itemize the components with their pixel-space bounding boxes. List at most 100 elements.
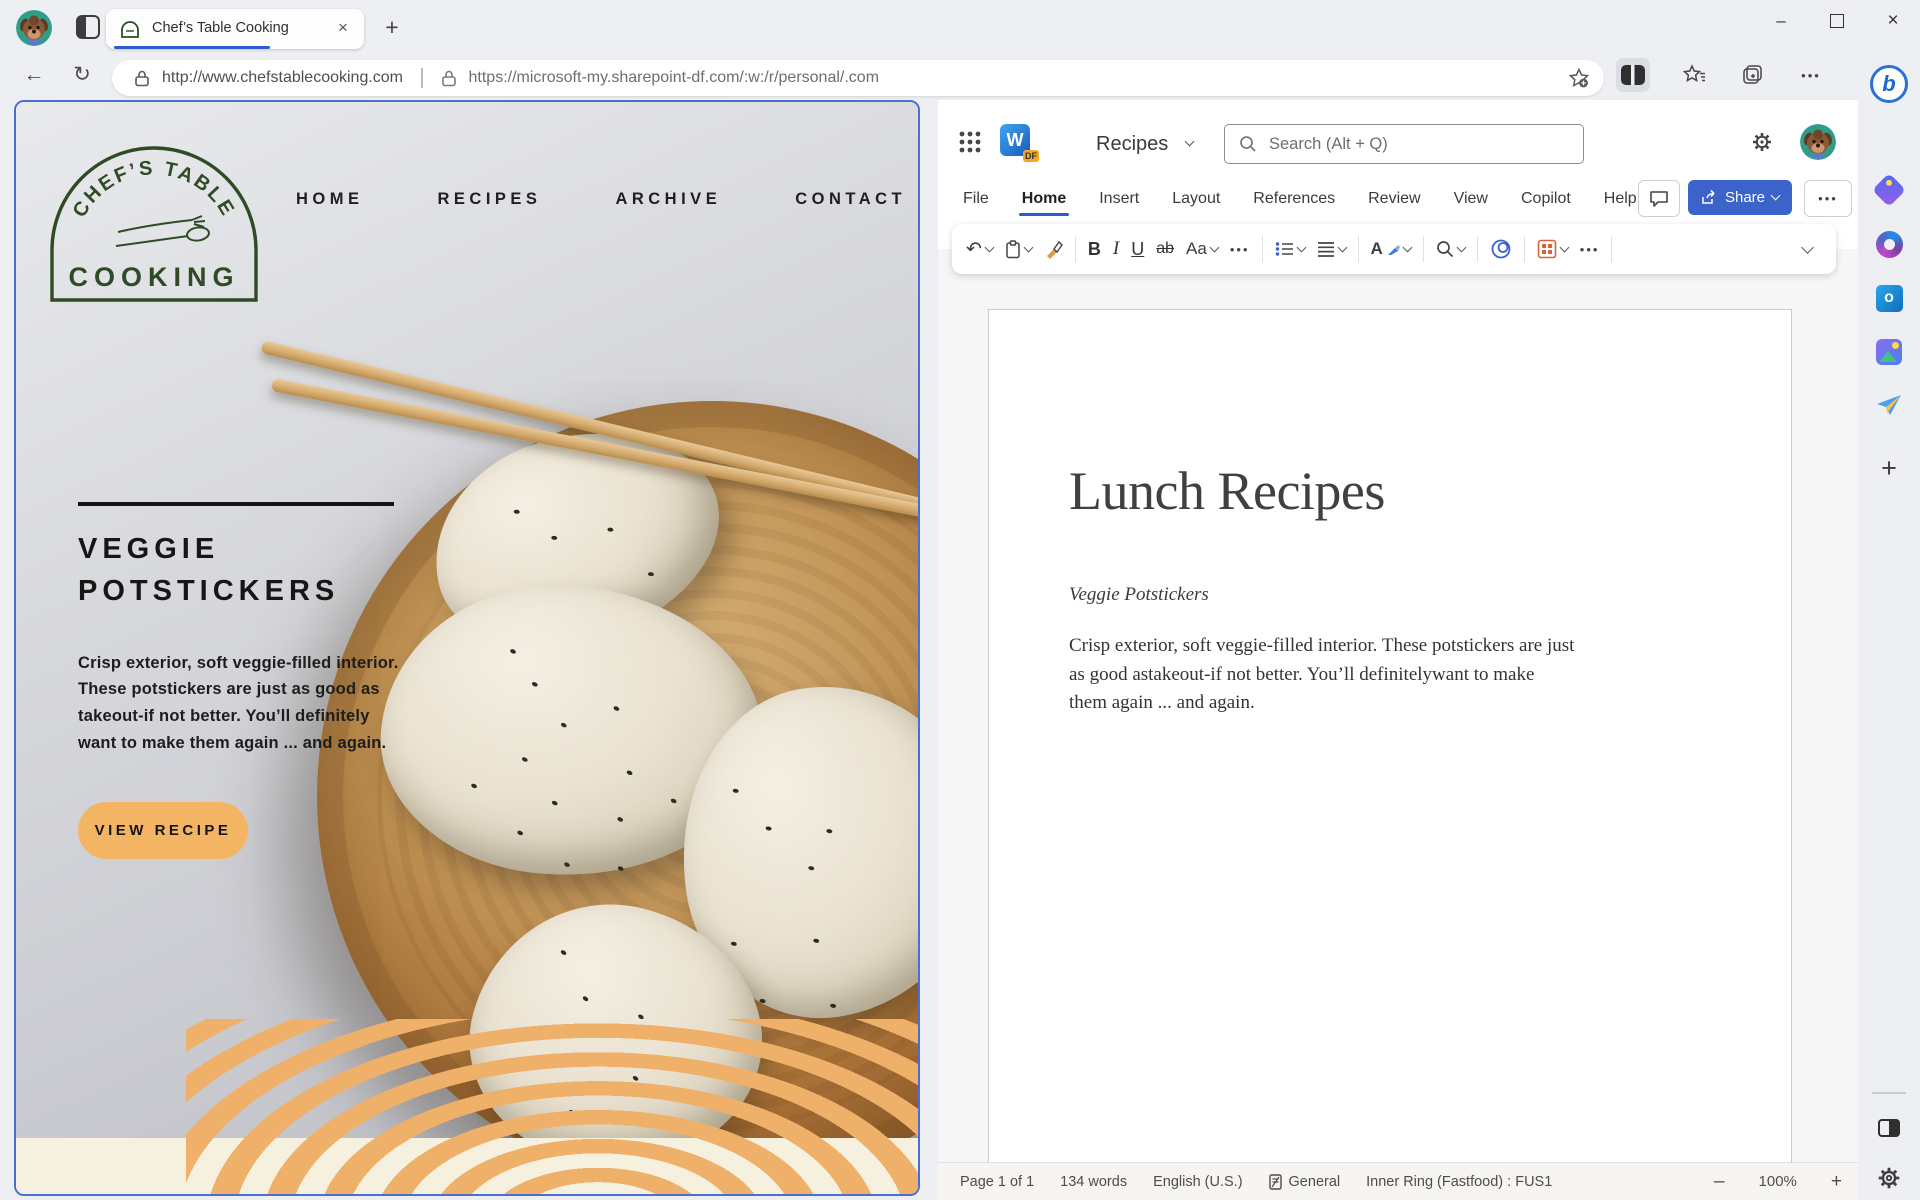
bullet-list-icon xyxy=(1275,242,1293,256)
menu-view[interactable]: View xyxy=(1453,186,1489,212)
dog-avatar-icon xyxy=(1800,124,1836,160)
browser-profile-avatar[interactable] xyxy=(16,10,52,46)
address-bar[interactable]: http://www.chefstablecooking.com https:/… xyxy=(112,60,1604,96)
browser-toolbar: ← ↻ http://www.chefstablecooking.com htt… xyxy=(0,52,1920,98)
minimize-button[interactable]: – xyxy=(1766,6,1796,36)
menu-review[interactable]: Review xyxy=(1367,186,1421,212)
favorites-button[interactable] xyxy=(1678,58,1712,92)
word-app-icon[interactable]: W DF xyxy=(1000,124,1039,162)
sidebar-settings-button[interactable] xyxy=(1869,1158,1909,1198)
line-spacing-button[interactable] xyxy=(1317,241,1347,257)
collections-button[interactable] xyxy=(1736,58,1770,92)
bullets-button[interactable] xyxy=(1275,241,1306,257)
bing-discover-button[interactable]: b xyxy=(1869,64,1909,104)
sidebar-customize-button[interactable]: + xyxy=(1869,448,1909,488)
zoom-out-button[interactable]: – xyxy=(1714,1171,1725,1193)
menu-layout[interactable]: Layout xyxy=(1171,186,1221,212)
menu-help[interactable]: Help xyxy=(1603,186,1638,212)
more-font-options-button[interactable]: ••• xyxy=(1230,242,1250,257)
underline-button[interactable]: U xyxy=(1131,239,1144,260)
copilot-designer-button[interactable] xyxy=(1490,238,1512,260)
maximize-icon xyxy=(1830,14,1844,28)
ribbon-more-button[interactable]: ••• xyxy=(1804,180,1852,217)
word-account-avatar[interactable] xyxy=(1800,124,1836,160)
new-tab-button[interactable]: + xyxy=(378,14,406,42)
bing-icon: b xyxy=(1870,65,1908,103)
status-language[interactable]: English (U.S.) xyxy=(1153,1174,1242,1190)
format-painter-button[interactable] xyxy=(1044,240,1063,259)
sidebar-m365-button[interactable] xyxy=(1869,224,1909,264)
undo-button[interactable]: ↶ xyxy=(966,238,995,261)
star-plus-icon xyxy=(1568,67,1590,88)
collections-icon xyxy=(1743,65,1762,84)
nav-contact[interactable]: CONTACT xyxy=(795,190,906,209)
browser-tab[interactable]: Chef’s Table Cooking × xyxy=(106,9,364,49)
document-title: Lunch Recipes xyxy=(1069,461,1385,521)
document-canvas[interactable]: Lunch Recipes Veggie Potstickers Crisp e… xyxy=(938,249,1858,1163)
zoom-in-button[interactable]: + xyxy=(1831,1171,1842,1193)
strikethrough-button[interactable]: ab xyxy=(1156,240,1174,258)
menu-file[interactable]: File xyxy=(962,186,990,212)
status-page-count[interactable]: Page 1 of 1 xyxy=(960,1174,1034,1190)
view-recipe-button[interactable]: VIEW RECIPE xyxy=(78,802,248,860)
close-window-button[interactable]: × xyxy=(1878,6,1908,36)
apps-grid-button[interactable] xyxy=(1537,239,1570,259)
nav-recipes[interactable]: RECIPES xyxy=(438,190,542,209)
collapse-ribbon-chevron-icon[interactable] xyxy=(1801,240,1814,254)
share-button[interactable]: Share xyxy=(1688,180,1792,215)
url-primary[interactable]: http://www.chefstablecooking.com xyxy=(162,69,403,87)
sidebar-outlook-button[interactable]: o xyxy=(1869,278,1909,318)
tab-close-icon[interactable]: × xyxy=(332,17,354,39)
chefs-table-logo[interactable]: CHEF’S TABLE COOKING xyxy=(44,130,264,308)
window-controls: – × xyxy=(1766,6,1908,36)
nav-home[interactable]: HOME xyxy=(296,190,364,209)
change-case-button[interactable]: Aa xyxy=(1186,239,1220,259)
url-secondary[interactable]: https://microsoft-my.sharepoint-df.com/:… xyxy=(469,69,880,87)
bold-button[interactable]: B xyxy=(1088,239,1101,260)
document-page[interactable]: Lunch Recipes Veggie Potstickers Crisp e… xyxy=(988,309,1792,1163)
sidebar-drop-button[interactable] xyxy=(1869,386,1909,426)
document-name-chevron-icon[interactable] xyxy=(1184,136,1195,147)
menu-home[interactable]: Home xyxy=(1018,186,1070,216)
split-screen-icon xyxy=(1621,65,1645,85)
browser-titlebar: Chef’s Table Cooking × + – × xyxy=(0,0,1920,52)
document-name[interactable]: Recipes xyxy=(1096,133,1168,156)
status-proofing[interactable]: General xyxy=(1268,1174,1340,1190)
refresh-button[interactable]: ↻ xyxy=(66,59,98,91)
url-separator xyxy=(421,68,423,88)
italic-button[interactable]: I xyxy=(1113,238,1119,260)
share-icon xyxy=(1702,190,1715,204)
lock-icon xyxy=(135,70,149,87)
comments-button[interactable] xyxy=(1638,180,1680,217)
search-placeholder: Search (Alt + Q) xyxy=(1269,134,1388,153)
lock-icon xyxy=(441,70,456,87)
microsoft-365-icon xyxy=(1875,230,1903,258)
sidebar-shopping-button[interactable] xyxy=(1869,170,1909,210)
sidebar-designer-button[interactable] xyxy=(1869,332,1909,372)
paste-button[interactable] xyxy=(1005,239,1034,259)
plus-icon: + xyxy=(1881,452,1897,483)
split-screen-button[interactable] xyxy=(1616,58,1650,92)
app-launcher-icon[interactable] xyxy=(958,130,982,154)
menu-references[interactable]: References xyxy=(1252,186,1336,212)
sidebar-toggle-button[interactable] xyxy=(1869,1108,1909,1148)
menu-copilot[interactable]: Copilot xyxy=(1520,186,1572,212)
more-ribbon-options-button[interactable]: ••• xyxy=(1580,242,1600,257)
hero-title: VEGGIE POTSTICKERS xyxy=(78,532,340,607)
word-settings-gear-icon[interactable] xyxy=(1750,130,1774,154)
format-painter-icon xyxy=(1046,240,1063,259)
add-favorite-button[interactable] xyxy=(1568,67,1590,89)
status-word-count[interactable]: 134 words xyxy=(1060,1174,1127,1190)
tab-favicon-icon xyxy=(121,21,139,38)
back-button[interactable]: ← xyxy=(18,59,50,91)
styles-button[interactable]: A xyxy=(1371,239,1413,259)
menu-insert[interactable]: Insert xyxy=(1098,186,1140,212)
workspaces-icon[interactable] xyxy=(76,15,100,39)
maximize-button[interactable] xyxy=(1822,6,1852,36)
nav-archive[interactable]: ARCHIVE xyxy=(615,190,721,209)
zoom-level[interactable]: 100% xyxy=(1759,1173,1797,1190)
browser-settings-button[interactable]: ••• xyxy=(1794,58,1828,92)
comment-icon xyxy=(1650,191,1668,207)
find-button[interactable] xyxy=(1436,240,1467,258)
word-search-box[interactable]: Search (Alt + Q) xyxy=(1224,124,1584,164)
